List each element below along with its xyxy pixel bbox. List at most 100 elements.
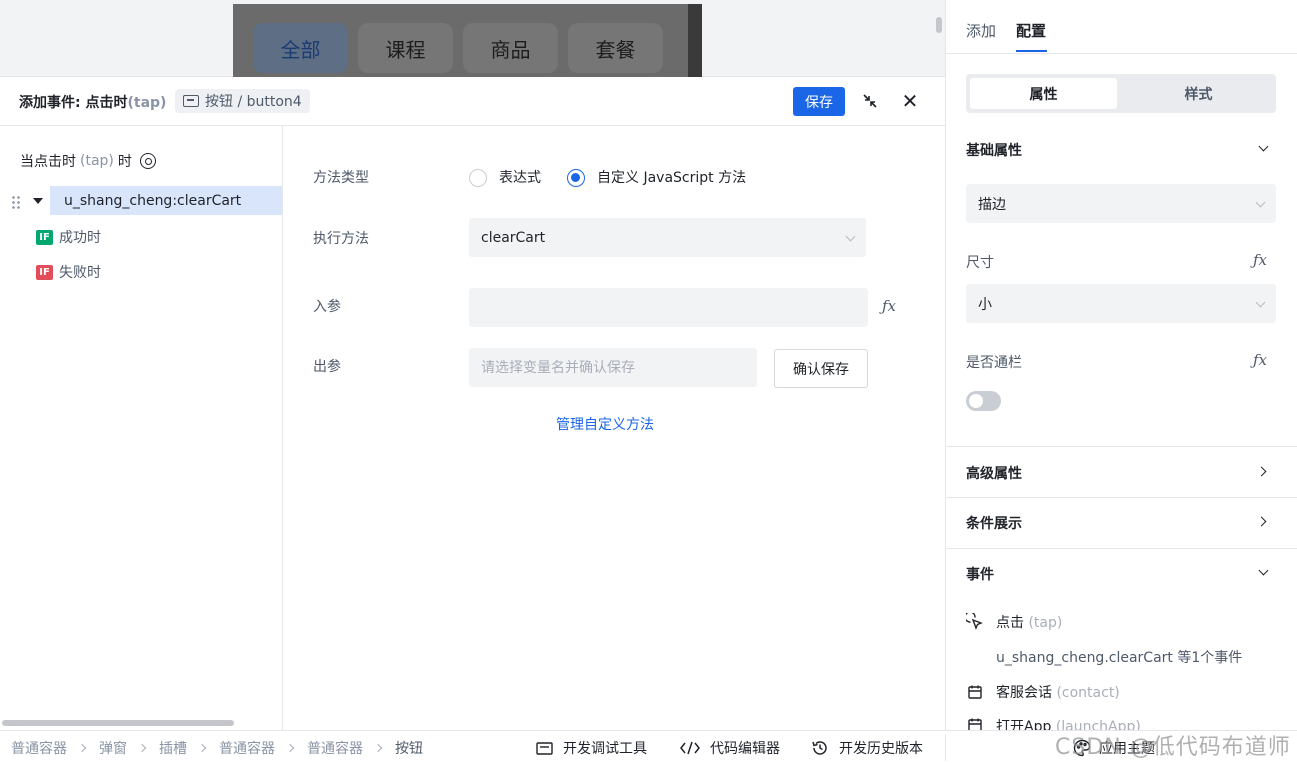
settings-icon[interactable] [139, 153, 156, 169]
chevron-down-icon [1255, 297, 1266, 308]
canvas-preview: 全部 课程 商品 套餐 [0, 0, 945, 77]
branch-label: 成功时 [59, 230, 101, 246]
history-label: 开发历史版本 [839, 741, 923, 757]
drag-handle-icon[interactable] [11, 195, 21, 211]
preview-tab-course[interactable]: 课程 [358, 23, 453, 73]
basic-props-title[interactable]: 基础属性 [966, 140, 1022, 160]
seg-props[interactable]: 属性 [970, 78, 1117, 109]
exec-method-value: clearCart [481, 229, 546, 246]
fx-icon[interactable]: ƒx [1253, 351, 1267, 369]
collapse-icon[interactable] [858, 89, 882, 113]
confirm-save-button[interactable]: 确认保存 [774, 349, 868, 388]
tab-add[interactable]: 添加 [966, 20, 996, 41]
active-tab-indicator [1016, 50, 1047, 52]
preview-tab-all[interactable]: 全部 [253, 23, 348, 73]
event-label: 客服会话 [996, 685, 1052, 701]
chevron-right-icon [137, 743, 147, 753]
input-param-field[interactable] [469, 288, 868, 327]
tab-config[interactable]: 配置 [1016, 20, 1046, 41]
event-contact[interactable]: 客服会话 (contact) [966, 682, 1120, 702]
event-tap[interactable]: 点击 (tap) [966, 612, 1062, 632]
fx-icon[interactable]: ƒx [882, 297, 896, 315]
calendar-icon [966, 716, 984, 730]
if-badge: IF [36, 229, 53, 245]
breadcrumb-item[interactable]: 普通容器 [307, 738, 363, 758]
event-editor-header: 添加事件: 点击时(tap) 按钮 / button4 保存 ✕ [0, 77, 945, 126]
code-editor-button[interactable]: 代码编辑器 [680, 738, 780, 758]
conditional-display-title[interactable]: 条件展示 [966, 513, 1022, 533]
breadcrumb: 普通容器 弹窗 插槽 普通容器 普通容器 按钮 [11, 738, 423, 758]
size-label: 尺寸 [966, 255, 994, 271]
component-chip-label: 按钮 / button4 [205, 94, 302, 110]
chevron-right-icon [285, 743, 295, 753]
event-launch-app[interactable]: 打开App (launchApp) [966, 716, 1141, 730]
exec-method-select[interactable]: clearCart [469, 218, 866, 257]
chevron-down-icon[interactable] [1258, 565, 1269, 576]
event-label: 打开App [996, 719, 1052, 730]
event-label: 点击 [996, 615, 1024, 631]
chevron-down-icon[interactable] [1258, 141, 1269, 152]
radio-custom-js[interactable] [567, 169, 585, 187]
event-code: (contact) [1056, 685, 1120, 701]
divider [946, 548, 1297, 549]
breadcrumb-item[interactable]: 普通容器 [11, 738, 67, 758]
chevron-right-icon [373, 743, 383, 753]
divider [946, 497, 1297, 498]
chevron-right-icon [197, 743, 207, 753]
border-select-value: 描边 [978, 196, 1006, 213]
event-title-suffix: (tap) [127, 95, 167, 111]
component-chip[interactable]: 按钮 / button4 [175, 89, 310, 113]
preview-scrollbar[interactable] [936, 17, 942, 33]
history-icon [812, 741, 827, 755]
advanced-props-title[interactable]: 高级属性 [966, 463, 1022, 483]
save-button[interactable]: 保存 [793, 87, 845, 116]
events-title[interactable]: 事件 [966, 564, 994, 584]
tree-node-clearcart[interactable]: u_shang_cheng:clearCart [50, 186, 282, 215]
fx-icon[interactable]: ƒx [1253, 251, 1267, 269]
seg-style[interactable]: 样式 [1125, 78, 1272, 109]
chevron-down-icon [1255, 197, 1266, 208]
props-style-switch: 属性 样式 [966, 74, 1276, 113]
chevron-right-icon[interactable] [1256, 466, 1267, 477]
tree-horizontal-scrollbar[interactable] [2, 720, 234, 726]
caret-down-icon[interactable] [33, 198, 43, 204]
trigger-text: 当点击时 [20, 154, 76, 170]
event-editor-title: 添加事件: 点击时(tap) [19, 92, 166, 112]
event-title-text: 添加事件: 点击时 [19, 95, 128, 111]
calendar-icon [966, 683, 984, 701]
fullwidth-toggle[interactable] [966, 391, 1001, 411]
preview-tab-goods[interactable]: 商品 [463, 23, 558, 73]
divider [946, 53, 1297, 54]
monitor-icon [536, 741, 553, 755]
radio-expression[interactable] [469, 169, 487, 187]
tap-event-summary[interactable]: u_shang_cheng.clearCart 等1个事件 [996, 647, 1242, 667]
breadcrumb-item[interactable]: 插槽 [159, 738, 187, 758]
breadcrumb-item[interactable]: 按钮 [395, 738, 423, 758]
tree-branch-success[interactable]: IF 成功时 [36, 227, 101, 247]
divider [945, 735, 946, 761]
event-action-tree: 当点击时 (tap) 时 u_shang_cheng:clearCart IF 成功… [0, 126, 283, 730]
breadcrumb-item[interactable]: 普通容器 [219, 738, 275, 758]
button-component-icon [183, 95, 199, 107]
dev-tools-button[interactable]: 开发调试工具 [536, 738, 647, 758]
fullwidth-label: 是否通栏 [966, 355, 1022, 371]
output-param-field[interactable] [469, 348, 757, 387]
close-icon[interactable]: ✕ [898, 89, 922, 113]
size-select-value: 小 [978, 296, 992, 313]
branch-label: 失败时 [59, 265, 101, 281]
preview-tab-package[interactable]: 套餐 [568, 23, 663, 73]
event-code: (tap) [1028, 615, 1063, 631]
method-type-label: 方法类型 [313, 170, 369, 186]
tree-branch-failure[interactable]: IF 失败时 [36, 262, 101, 282]
radio-expression-label[interactable]: 表达式 [499, 167, 541, 187]
chevron-right-icon[interactable] [1256, 516, 1267, 527]
trigger-code: (tap) [80, 153, 114, 169]
breadcrumb-item[interactable]: 弹窗 [99, 738, 127, 758]
radio-custom-js-label[interactable]: 自定义 JavaScript 方法 [597, 167, 746, 187]
size-select[interactable]: 小 [966, 284, 1276, 323]
border-select[interactable]: 描边 [966, 184, 1276, 223]
manage-custom-methods-link[interactable]: 管理自定义方法 [556, 414, 654, 434]
history-button[interactable]: 开发历史版本 [811, 738, 923, 758]
chevron-down-icon [845, 231, 856, 242]
if-badge: IF [36, 264, 53, 280]
